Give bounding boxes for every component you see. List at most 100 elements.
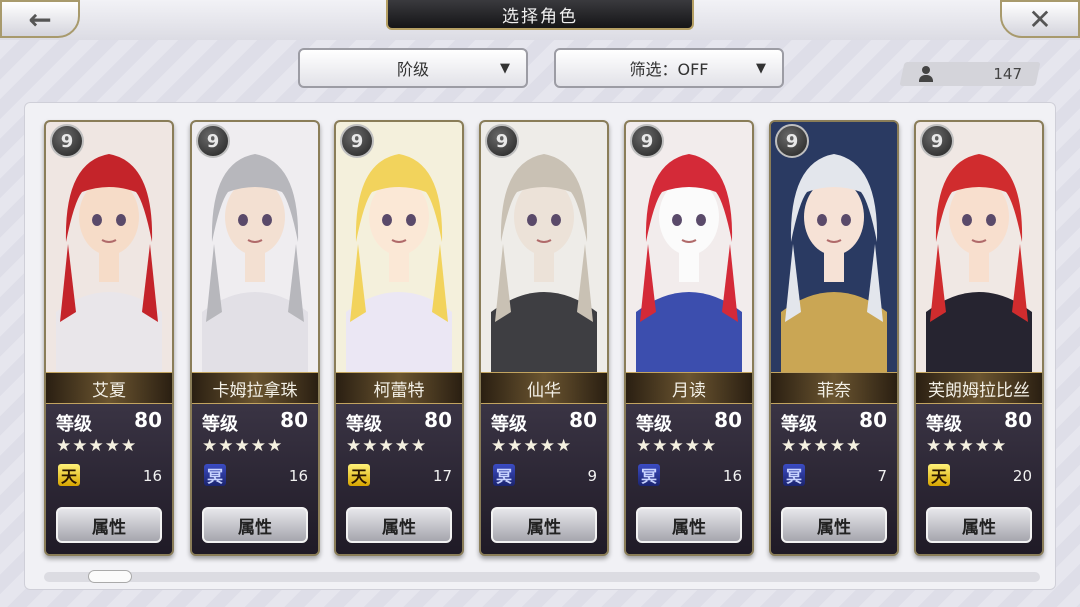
- character-name-bar: 芙朗姆拉比丝: [916, 372, 1042, 404]
- character-info: 等级 80 ★★★★★ 冥 9 属性: [481, 404, 607, 554]
- close-button[interactable]: ✕: [1000, 0, 1080, 38]
- star-rating: ★★★★★: [346, 436, 428, 456]
- key-icon: 9: [485, 124, 519, 158]
- rank-number: 16: [142, 467, 162, 485]
- star-rating: ★★★★★: [781, 436, 863, 456]
- character-info: 等级 80 ★★★★★ 天 20 属性: [916, 404, 1042, 554]
- character-info: 等级 80 ★★★★★ 冥 7 属性: [771, 404, 897, 554]
- attribute-button-label: 属性: [382, 517, 416, 538]
- character-name-bar: 柯蕾特: [336, 372, 462, 404]
- filter-label: 筛选：OFF: [629, 60, 709, 79]
- roster-count-value: 147: [993, 65, 1022, 83]
- tier-badge-icon: 冥: [204, 464, 226, 486]
- filter-dropdown[interactable]: 筛选：OFF ▼: [554, 48, 784, 88]
- attribute-button-label: 属性: [238, 517, 272, 538]
- character-card[interactable]: 9 菲奈 等级 80 ★★★★★ 冥 7 属性: [769, 120, 899, 556]
- tier-badge-icon: 冥: [783, 464, 805, 486]
- character-name: 柯蕾特: [373, 380, 425, 401]
- star-rating: ★★★★★: [926, 436, 1008, 456]
- rank-number: 17: [432, 467, 452, 485]
- level-value: 80: [714, 408, 742, 432]
- attribute-button-label: 属性: [672, 517, 706, 538]
- chevron-down-icon: ▼: [756, 61, 766, 76]
- character-name: 仙华: [527, 380, 561, 401]
- key-icon: 9: [630, 124, 664, 158]
- character-portrait: [916, 122, 1042, 372]
- screen-title: 选择角色: [386, 0, 694, 30]
- attribute-button[interactable]: 属性: [346, 507, 452, 543]
- attribute-button-label: 属性: [962, 517, 996, 538]
- chevron-down-icon: ▼: [500, 61, 510, 76]
- character-portrait: [46, 122, 172, 372]
- roster-count: 147: [902, 62, 1038, 86]
- rank-sort-dropdown[interactable]: 阶级 ▼: [298, 48, 528, 88]
- screen-title-text: 选择角色: [502, 6, 578, 27]
- character-info: 等级 80 ★★★★★ 天 17 属性: [336, 404, 462, 554]
- level-label: 等级: [781, 414, 817, 435]
- attribute-button[interactable]: 属性: [926, 507, 1032, 543]
- key-icon: 9: [196, 124, 230, 158]
- back-button[interactable]: ←: [0, 0, 80, 38]
- character-card[interactable]: 9 艾夏 等级 80 ★★★★★ 天 16 属性: [44, 120, 174, 556]
- level-label: 等级: [56, 414, 92, 435]
- tier-badge-icon: 天: [58, 464, 80, 486]
- attribute-button-label: 属性: [817, 517, 851, 538]
- character-portrait: [626, 122, 752, 372]
- person-icon: [918, 66, 934, 82]
- character-name-bar: 仙华: [481, 372, 607, 404]
- level-label: 等级: [636, 414, 672, 435]
- tier-badge-icon: 天: [928, 464, 950, 486]
- character-info: 等级 80 ★★★★★ 冥 16 属性: [192, 404, 318, 554]
- attribute-button[interactable]: 属性: [491, 507, 597, 543]
- level-label: 等级: [491, 414, 527, 435]
- attribute-button-label: 属性: [527, 517, 561, 538]
- rank-number: 20: [1012, 467, 1032, 485]
- character-name: 菲奈: [817, 380, 851, 401]
- character-name: 芙朗姆拉比丝: [928, 380, 1030, 401]
- tier-badge-icon: 冥: [638, 464, 660, 486]
- attribute-button[interactable]: 属性: [56, 507, 162, 543]
- star-rating: ★★★★★: [56, 436, 138, 456]
- rank-number: 16: [722, 467, 742, 485]
- level-value: 80: [859, 408, 887, 432]
- character-card[interactable]: 9 卡姆拉拿珠 等级 80 ★★★★★ 冥 16 属性: [190, 120, 320, 556]
- character-info: 等级 80 ★★★★★ 冥 16 属性: [626, 404, 752, 554]
- rank-sort-label: 阶级: [396, 60, 429, 79]
- level-value: 80: [424, 408, 452, 432]
- key-icon: 9: [340, 124, 374, 158]
- star-rating: ★★★★★: [636, 436, 718, 456]
- tier-badge-icon: 冥: [493, 464, 515, 486]
- tier-badge-icon: 天: [348, 464, 370, 486]
- character-name-bar: 菲奈: [771, 372, 897, 404]
- star-rating: ★★★★★: [491, 436, 573, 456]
- key-icon: 9: [50, 124, 84, 158]
- level-value: 80: [280, 408, 308, 432]
- rank-number: 16: [288, 467, 308, 485]
- attribute-button[interactable]: 属性: [636, 507, 742, 543]
- character-portrait: [192, 122, 318, 372]
- character-card[interactable]: 9 芙朗姆拉比丝 等级 80 ★★★★★ 天 20 属性: [914, 120, 1044, 556]
- character-info: 等级 80 ★★★★★ 天 16 属性: [46, 404, 172, 554]
- back-arrow-icon: ←: [28, 2, 52, 36]
- character-name-bar: 卡姆拉拿珠: [192, 372, 318, 404]
- level-value: 80: [134, 408, 162, 432]
- rank-number: 7: [877, 467, 887, 485]
- character-portrait: [481, 122, 607, 372]
- character-card[interactable]: 9 仙华 等级 80 ★★★★★ 冥 9 属性: [479, 120, 609, 556]
- horizontal-scrollbar[interactable]: [44, 572, 1040, 582]
- character-name-bar: 艾夏: [46, 372, 172, 404]
- character-card[interactable]: 9 柯蕾特 等级 80 ★★★★★ 天 17 属性: [334, 120, 464, 556]
- attribute-button[interactable]: 属性: [202, 507, 308, 543]
- scrollbar-thumb[interactable]: [88, 570, 132, 583]
- character-name: 卡姆拉拿珠: [212, 380, 298, 401]
- key-icon: 9: [920, 124, 954, 158]
- level-label: 等级: [202, 414, 238, 435]
- close-icon: ✕: [1028, 2, 1052, 36]
- level-value: 80: [569, 408, 597, 432]
- character-name: 月读: [672, 380, 706, 401]
- attribute-button[interactable]: 属性: [781, 507, 887, 543]
- character-name-bar: 月读: [626, 372, 752, 404]
- level-value: 80: [1004, 408, 1032, 432]
- character-card[interactable]: 9 月读 等级 80 ★★★★★ 冥 16 属性: [624, 120, 754, 556]
- character-portrait: [336, 122, 462, 372]
